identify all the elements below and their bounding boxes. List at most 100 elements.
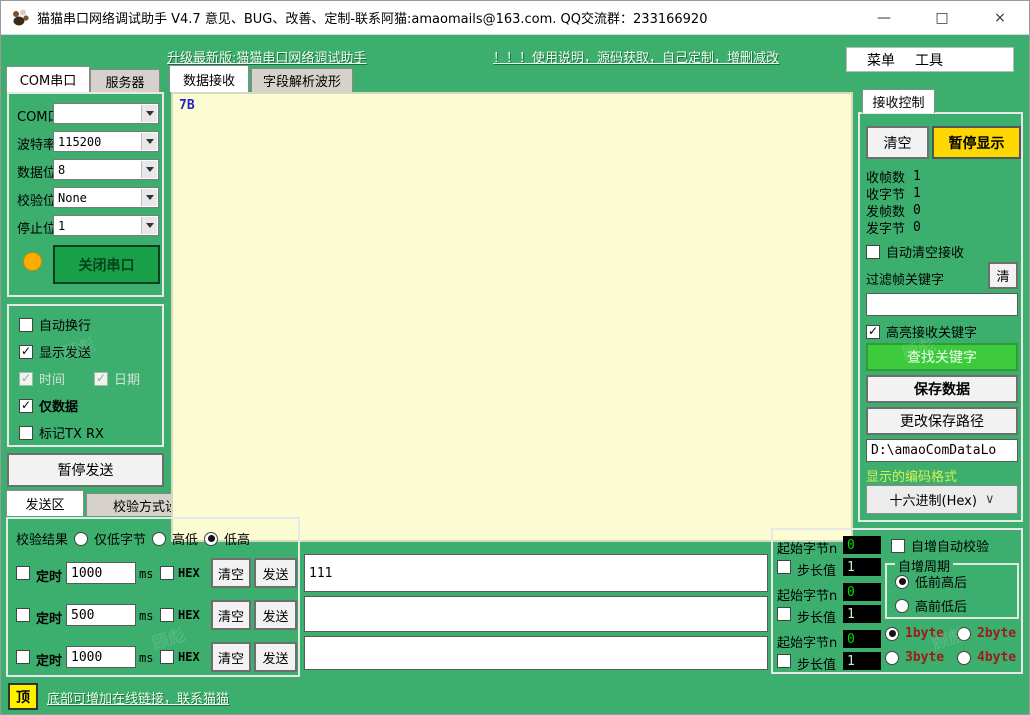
- mark-txrx-checkbox[interactable]: [19, 426, 33, 440]
- high-first-radio[interactable]: [895, 599, 909, 613]
- high-first-option[interactable]: 高前低后: [895, 596, 967, 615]
- pause-send-button[interactable]: 暂停发送: [7, 453, 164, 487]
- tab-server[interactable]: 服务器: [90, 69, 160, 92]
- maximize-button[interactable]: □: [913, 1, 971, 35]
- mark-txrx-option[interactable]: 标记TX RX: [19, 423, 104, 442]
- find-keyword-button[interactable]: 查找关键字: [866, 343, 1018, 371]
- highlight-keyword-option[interactable]: 高亮接收关键字: [866, 322, 977, 341]
- step-input-1[interactable]: 1: [843, 558, 881, 576]
- receive-data-area[interactable]: 7B: [171, 92, 853, 542]
- date-label: 日期: [114, 369, 140, 388]
- timer-checkbox-3[interactable]: [16, 650, 30, 664]
- change-save-path-button[interactable]: 更改保存路径: [866, 407, 1018, 435]
- auto-increment-checksum-checkbox[interactable]: [891, 539, 905, 553]
- chevron-down-icon[interactable]: [141, 217, 157, 234]
- timer-interval-input-1[interactable]: [66, 562, 136, 584]
- clear-receive-button[interactable]: 清空: [866, 126, 929, 159]
- hex-checkbox-1[interactable]: [160, 566, 174, 580]
- send-button-1[interactable]: 发送: [254, 558, 297, 588]
- clear-send-button-2[interactable]: 清空: [211, 600, 251, 630]
- minimize-button[interactable]: —: [855, 1, 913, 35]
- data-only-checkbox[interactable]: [19, 399, 33, 413]
- auto-increment-checksum-option[interactable]: 自增自动校验: [891, 536, 989, 555]
- low-first-radio[interactable]: [895, 575, 909, 589]
- help-link[interactable]: ！！！使用说明，源码获取，自己定制，增删减改: [493, 47, 779, 66]
- chevron-down-icon[interactable]: [141, 105, 157, 122]
- com-port-select[interactable]: [53, 103, 159, 124]
- tab-receive-control[interactable]: 接收控制: [862, 89, 935, 113]
- auto-clear-option[interactable]: 自动清空接收: [866, 242, 964, 261]
- timer-interval-input-3[interactable]: [66, 646, 136, 668]
- menu-item-menu[interactable]: 菜单: [867, 50, 895, 70]
- send-button-3[interactable]: 发送: [254, 642, 297, 672]
- send-text-input-1[interactable]: [304, 554, 768, 592]
- show-send-option[interactable]: 显示发送: [19, 342, 91, 361]
- send-text-input-2[interactable]: [304, 596, 768, 632]
- chevron-down-icon[interactable]: [141, 189, 157, 206]
- checksum-low-only-radio[interactable]: [74, 532, 88, 546]
- show-send-checkbox[interactable]: [19, 345, 33, 359]
- receive-control-panel: 清空 暂停显示 收帧数1 收字节1 发帧数0 发字节0 自动清空接收 过滤帧关键…: [858, 112, 1023, 522]
- save-data-button[interactable]: 保存数据: [866, 375, 1018, 403]
- highlight-keyword-checkbox[interactable]: [866, 325, 880, 339]
- step-checkbox-3[interactable]: [777, 654, 791, 668]
- upgrade-link[interactable]: 升级最新版:猫猫串口网络调试助手: [167, 47, 366, 66]
- tx-frames-value: 0: [913, 203, 921, 218]
- data-bits-select[interactable]: 8: [53, 159, 159, 180]
- checksum-high-low-radio[interactable]: [152, 532, 166, 546]
- footer-link[interactable]: 底部可增加在线链接，联系猫猫: [47, 688, 229, 707]
- pause-display-button[interactable]: 暂停显示: [932, 126, 1021, 159]
- send-panel: 校验结果 仅低字节 高低 低高 定时 ms HEX 清空 发送 定时 ms H: [6, 517, 300, 677]
- checksum-low-high-label: 低高: [224, 529, 250, 548]
- low-first-option[interactable]: 低前高后: [895, 572, 967, 591]
- save-path-field[interactable]: [866, 439, 1018, 462]
- step-checkbox-2[interactable]: [777, 607, 791, 621]
- byte3-option[interactable]: 3byte: [885, 650, 944, 665]
- close-port-button[interactable]: 关闭串口: [53, 245, 160, 284]
- start-byte-input-1[interactable]: 0: [843, 536, 881, 554]
- chevron-down-icon[interactable]: [141, 133, 157, 150]
- parity-select[interactable]: None: [53, 187, 159, 208]
- byte4-option[interactable]: 4byte: [957, 650, 1016, 665]
- byte1-radio[interactable]: [885, 627, 899, 641]
- filter-keyword-input[interactable]: [866, 293, 1018, 316]
- encoding-format-select[interactable]: 十六进制(Hex) ∨: [866, 485, 1018, 514]
- byte4-radio[interactable]: [957, 651, 971, 665]
- byte3-radio[interactable]: [885, 651, 899, 665]
- auto-clear-checkbox[interactable]: [866, 245, 880, 259]
- auto-newline-checkbox[interactable]: [19, 318, 33, 332]
- tab-data-receive[interactable]: 数据接收: [169, 65, 249, 92]
- chevron-down-icon[interactable]: [141, 161, 157, 178]
- byte2-radio[interactable]: [957, 627, 971, 641]
- auto-newline-option[interactable]: 自动换行: [19, 315, 91, 334]
- byte1-option[interactable]: 1byte: [885, 626, 944, 641]
- hex-label-3: HEX: [178, 650, 200, 664]
- hex-checkbox-2[interactable]: [160, 608, 174, 622]
- clear-send-button-3[interactable]: 清空: [211, 642, 251, 672]
- scroll-top-button[interactable]: 顶: [8, 683, 38, 710]
- hex-checkbox-3[interactable]: [160, 650, 174, 664]
- timer-checkbox-2[interactable]: [16, 608, 30, 622]
- start-byte-input-2[interactable]: 0: [843, 583, 881, 601]
- step-input-2[interactable]: 1: [843, 605, 881, 623]
- filter-clear-button[interactable]: 清: [988, 262, 1018, 289]
- close-button[interactable]: ×: [971, 1, 1029, 35]
- timer-checkbox-1[interactable]: [16, 566, 30, 580]
- tab-com-port[interactable]: COM串口: [6, 66, 90, 92]
- step-input-3[interactable]: 1: [843, 652, 881, 670]
- menu-item-tools[interactable]: 工具: [915, 50, 943, 70]
- byte2-option[interactable]: 2byte: [957, 626, 1016, 641]
- start-byte-input-3[interactable]: 0: [843, 630, 881, 648]
- send-text-input-3[interactable]: [304, 636, 768, 670]
- send-button-2[interactable]: 发送: [254, 600, 297, 630]
- stop-bits-select[interactable]: 1: [53, 215, 159, 236]
- timer-interval-input-2[interactable]: [66, 604, 136, 626]
- baud-rate-select[interactable]: 115200: [53, 131, 159, 152]
- data-only-option[interactable]: 仅数据: [19, 396, 78, 415]
- tab-send-area[interactable]: 发送区: [6, 490, 84, 516]
- low-first-label: 低前高后: [915, 572, 967, 591]
- step-checkbox-1[interactable]: [777, 560, 791, 574]
- checksum-low-high-radio[interactable]: [204, 532, 218, 546]
- tab-field-parse[interactable]: 字段解析波形: [251, 68, 353, 92]
- clear-send-button-1[interactable]: 清空: [211, 558, 251, 588]
